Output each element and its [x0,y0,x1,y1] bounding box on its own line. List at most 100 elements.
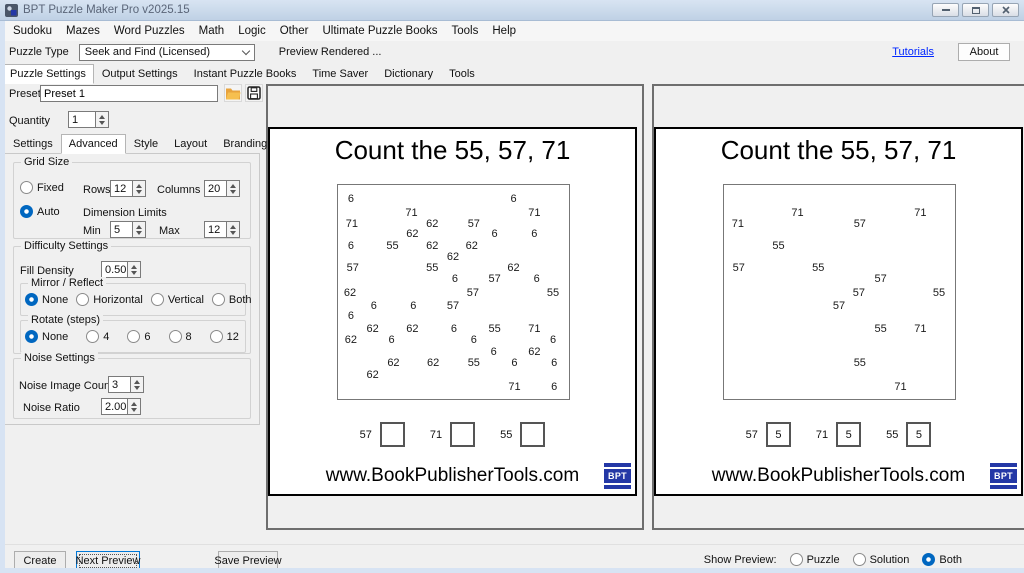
radio-label: Solution [870,554,910,566]
spinner[interactable] [96,111,109,128]
menu-item-math[interactable]: Math [192,22,232,40]
noise-ratio-stepper[interactable]: 2.00 [101,398,141,415]
spin-down-button[interactable] [99,121,105,125]
menu-item-tools[interactable]: Tools [445,22,486,40]
puzzle-type-select[interactable]: Seek and Find (Licensed) [79,44,255,61]
spin-down-button[interactable] [131,271,137,275]
spin-up-button[interactable] [99,115,105,119]
spin-down-button[interactable] [230,231,236,235]
spin-up-button[interactable] [230,225,236,229]
radio-auto[interactable]: Auto [20,205,60,218]
radio-rotate-8[interactable]: 8 [169,330,192,343]
max-value[interactable]: 12 [204,221,227,238]
open-preset-button[interactable] [224,84,242,102]
radio-label: None [42,294,68,306]
noise-ratio-value[interactable]: 2.00 [101,398,128,415]
radio-rotate-12[interactable]: 12 [210,330,239,343]
min-stepper[interactable]: 5 [110,221,146,238]
radio-show-puzzle[interactable]: Puzzle [790,553,840,566]
menu-item-help[interactable]: Help [485,22,523,40]
tab-instant-puzzle-books[interactable]: Instant Puzzle Books [186,64,305,84]
tab-time-saver[interactable]: Time Saver [304,64,376,84]
save-preset-button[interactable] [245,84,263,102]
radio-show-both[interactable]: Both [922,553,962,566]
rows-value[interactable]: 12 [110,180,133,197]
spinner[interactable] [133,221,146,238]
answer-label: 55 [886,429,898,441]
spin-up-button[interactable] [131,265,137,269]
answer-row: 577155 [270,422,635,447]
subtab-advanced[interactable]: Advanced [61,134,126,154]
tab-tools[interactable]: Tools [441,64,483,84]
tab-output-settings[interactable]: Output Settings [94,64,186,84]
spinner[interactable] [128,261,141,278]
radio-label: Fixed [37,182,64,194]
menu-item-word-puzzles[interactable]: Word Puzzles [107,22,192,40]
spin-up-button[interactable] [230,184,236,188]
spin-down-button[interactable] [230,190,236,194]
radio-rotate-none[interactable]: None [25,330,68,343]
max-stepper[interactable]: 12 [204,221,240,238]
bpt-logo: BPT [990,463,1017,489]
noise-count-stepper[interactable]: 3 [108,376,144,393]
spin-down-button[interactable] [131,408,137,412]
radio-show-solution[interactable]: Solution [853,553,910,566]
grid-number: 6 [510,193,516,205]
tab-dictionary[interactable]: Dictionary [376,64,441,84]
minimize-button[interactable] [932,3,959,17]
subtab-branding[interactable]: Branding [215,134,275,154]
noise-count-value[interactable]: 3 [108,376,131,393]
close-button[interactable] [992,3,1019,17]
subtab-layout[interactable]: Layout [166,134,215,154]
radio-fixed[interactable]: Fixed [20,181,64,194]
spin-down-button[interactable] [136,231,142,235]
spin-up-button[interactable] [136,225,142,229]
grid-number: 62 [345,334,357,346]
radio-mirror-vertical[interactable]: Vertical [151,293,204,306]
menu-item-logic[interactable]: Logic [231,22,273,40]
spin-up-button[interactable] [134,380,140,384]
spinner[interactable] [227,180,240,197]
spin-down-button[interactable] [136,190,142,194]
fill-density-stepper[interactable]: 0.50 [101,261,141,278]
grid-number: 6 [551,357,557,369]
maximize-button[interactable] [962,3,989,17]
window-bottom-edge [0,568,1024,573]
spinner[interactable] [227,221,240,238]
menu-item-other[interactable]: Other [273,22,316,40]
about-button[interactable]: About [958,43,1010,61]
answer-label: 57 [746,429,758,441]
spin-up-button[interactable] [136,184,142,188]
radio-mirror-both[interactable]: Both [212,293,252,306]
radio-dot [169,330,182,343]
quantity-stepper[interactable]: 1 [68,111,109,128]
subtab-style[interactable]: Style [126,134,166,154]
menu-item-mazes[interactable]: Mazes [59,22,107,40]
tutorials-link[interactable]: Tutorials [892,46,934,58]
radio-mirror-horizontal[interactable]: Horizontal [76,293,143,306]
radio-label: 4 [103,331,109,343]
window-controls [932,3,1019,17]
columns-stepper[interactable]: 20 [204,180,240,197]
spinner[interactable] [133,180,146,197]
subtab-settings[interactable]: Settings [5,134,61,154]
grid-number: 71 [508,381,520,393]
spin-down-button[interactable] [134,386,140,390]
menu-item-sudoku[interactable]: Sudoku [6,22,59,40]
min-value[interactable]: 5 [110,221,133,238]
radio-rotate-6[interactable]: 6 [127,330,150,343]
spinner[interactable] [131,376,144,393]
spin-up-button[interactable] [131,402,137,406]
grid-number: 6 [410,300,416,312]
preset-input[interactable] [40,85,218,102]
radio-rotate-4[interactable]: 4 [86,330,109,343]
logo-bar [990,463,1017,467]
menu-item-ultimate-puzzle-books[interactable]: Ultimate Puzzle Books [315,22,444,40]
spinner[interactable] [128,398,141,415]
rows-stepper[interactable]: 12 [110,180,146,197]
columns-value[interactable]: 20 [204,180,227,197]
tab-puzzle-settings[interactable]: Puzzle Settings [2,64,94,84]
quantity-value[interactable]: 1 [68,111,96,128]
radio-mirror-none[interactable]: None [25,293,68,306]
fill-density-value[interactable]: 0.50 [101,261,128,278]
